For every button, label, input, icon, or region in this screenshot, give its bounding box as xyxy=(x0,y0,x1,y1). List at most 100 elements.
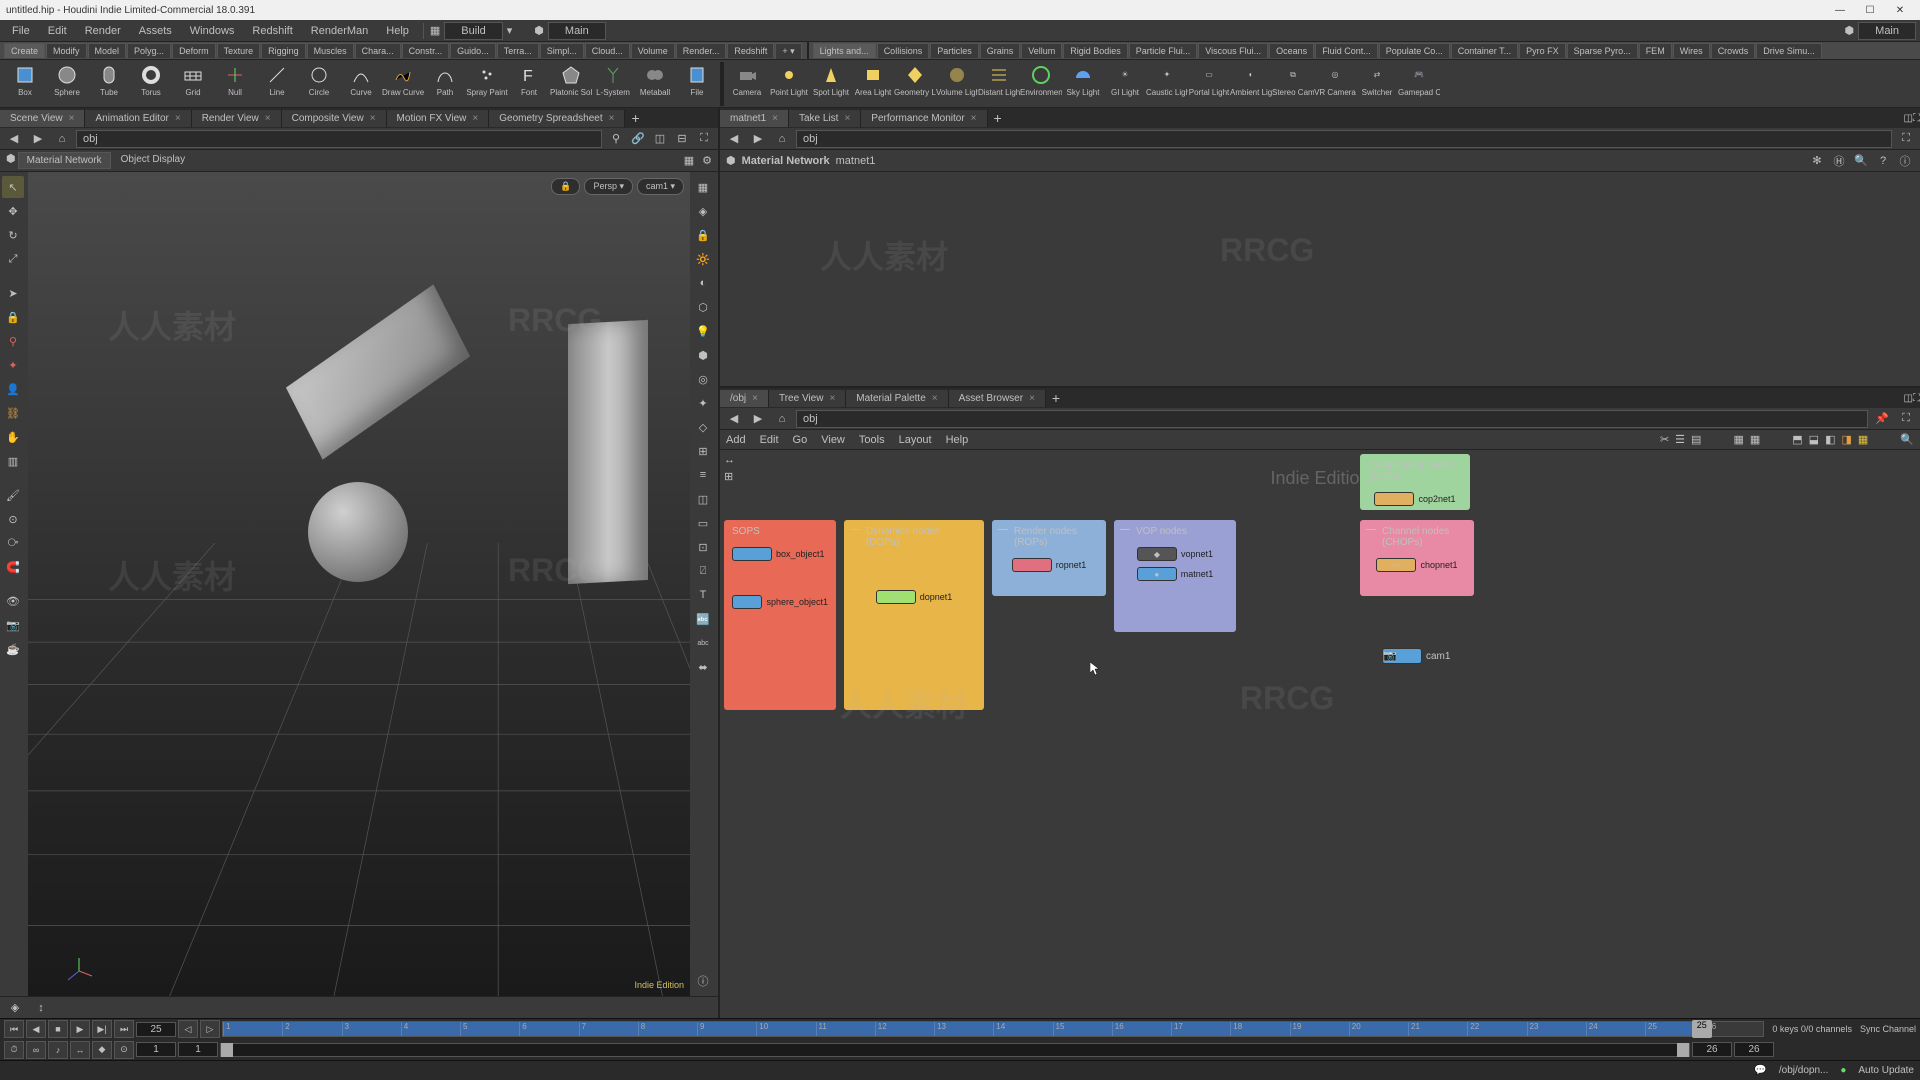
tab-compview[interactable]: Composite View× xyxy=(282,110,387,127)
tab-add-button[interactable]: + xyxy=(625,110,645,126)
node-matnet[interactable]: ●matnet1 xyxy=(1122,567,1228,581)
net-menu-view[interactable]: View xyxy=(821,434,845,446)
close-icon[interactable]: × xyxy=(69,113,75,124)
stop-button[interactable]: ■ xyxy=(48,1020,68,1038)
vp-display-icon[interactable]: ⚙ xyxy=(702,154,712,167)
tool-font[interactable]: FFont xyxy=(508,62,550,106)
bone-tool[interactable]: ⚲ xyxy=(2,330,24,352)
lock-tool[interactable]: 🔒 xyxy=(2,306,24,328)
menu-redshift[interactable]: Redshift xyxy=(244,23,300,39)
range-handle-left[interactable] xyxy=(221,1043,233,1057)
netbox-sops[interactable]: SOPS box_object1 sphere_object1 xyxy=(724,520,836,710)
tool-vrcam[interactable]: ◎VR Camera xyxy=(1314,62,1356,106)
net-tool-search-icon[interactable]: 🔍 xyxy=(1900,433,1914,446)
shelf-tab[interactable]: Populate Co... xyxy=(1379,43,1450,58)
tool-gilight[interactable]: ☀GI Light xyxy=(1104,62,1146,106)
shelf-tab[interactable]: Vellum xyxy=(1021,43,1062,58)
close-icon[interactable]: × xyxy=(175,113,181,124)
vp-bottom-icon-2[interactable]: ↕ xyxy=(30,997,52,1019)
pose-tool[interactable]: ✋ xyxy=(2,426,24,448)
shelf-tab[interactable]: Cloud... xyxy=(585,43,630,58)
split-h-icon[interactable]: ◫ xyxy=(650,130,670,148)
net-tool-list-icon[interactable]: ☰ xyxy=(1675,433,1685,446)
audio-button[interactable]: ♪ xyxy=(48,1041,68,1059)
nav-back-button[interactable]: ◀ xyxy=(724,130,744,148)
tab-animeditor[interactable]: Animation Editor× xyxy=(85,110,191,127)
shelf-tab[interactable]: Model xyxy=(88,43,127,58)
tool-null[interactable]: Null xyxy=(214,62,256,106)
display-opt-1[interactable]: ▦ xyxy=(692,176,714,198)
net-tool-flag5-icon[interactable]: ▦ xyxy=(1858,433,1868,446)
lock-pill[interactable]: 🔒 xyxy=(551,178,580,195)
search-icon[interactable]: 🔍 xyxy=(1852,152,1870,170)
close-icon[interactable]: × xyxy=(609,113,615,124)
close-icon[interactable]: × xyxy=(1029,393,1035,404)
tab-add-button[interactable]: + xyxy=(1046,390,1066,406)
node-vopnet[interactable]: ◆vopnet1 xyxy=(1122,547,1228,561)
tab-takelist[interactable]: Take List× xyxy=(789,110,861,127)
cam-pill[interactable]: cam1 ▾ xyxy=(637,178,684,195)
node-box-object[interactable]: box_object1 xyxy=(732,547,828,561)
tool-torus[interactable]: Torus xyxy=(130,62,172,106)
snap-tool[interactable]: ⧂ xyxy=(2,532,24,554)
display-opt-17[interactable]: ⍁ xyxy=(692,560,714,582)
nav-fwd-button[interactable]: ▶ xyxy=(748,130,768,148)
close-icon[interactable]: × xyxy=(844,113,850,124)
close-icon[interactable]: × xyxy=(829,393,835,404)
tool-drawcurve[interactable]: Draw Curve xyxy=(382,62,424,106)
tool-metaball[interactable]: Metaball xyxy=(634,62,676,106)
netbox-vops[interactable]: — VOP nodes ◆vopnet1 ●matnet1 xyxy=(1114,520,1236,632)
tool-gamepadcam[interactable]: 🎮Gamepad Camera xyxy=(1398,62,1440,106)
menu-edit[interactable]: Edit xyxy=(40,23,75,39)
magnet-tool[interactable]: 🧲 xyxy=(2,556,24,578)
sculpt-tool[interactable]: ⊙ xyxy=(2,508,24,530)
shelf-tab[interactable]: Fluid Cont... xyxy=(1315,43,1378,58)
menu-assets[interactable]: Assets xyxy=(131,23,180,39)
arrow-tool[interactable]: ➤ xyxy=(2,282,24,304)
shelf-tab[interactable]: Grains xyxy=(980,43,1021,58)
path-selector-right[interactable]: ⬢ Main xyxy=(1845,22,1916,40)
display-opt-19[interactable]: 🔤 xyxy=(692,608,714,630)
tool-tube[interactable]: Tube xyxy=(88,62,130,106)
persp-pill[interactable]: Persp ▾ xyxy=(584,178,633,195)
minimize-icon[interactable]: — xyxy=(850,524,860,535)
net-tool-flag3-icon[interactable]: ◧ xyxy=(1825,433,1835,446)
shelf-tab[interactable]: Redshift xyxy=(727,43,774,58)
update-mode[interactable]: Auto Update xyxy=(1858,1065,1914,1076)
net-menu-go[interactable]: Go xyxy=(793,434,808,446)
object-display-button[interactable]: Object Display xyxy=(113,152,193,169)
tab-obj[interactable]: /obj× xyxy=(720,390,769,407)
shelf-tab[interactable]: Rigid Bodies xyxy=(1063,43,1128,58)
shelf-tab[interactable]: Guido... xyxy=(450,43,496,58)
shelf-tab[interactable]: Modify xyxy=(46,43,87,58)
shelf-tab[interactable]: Crowds xyxy=(1711,43,1756,58)
muscle-tool[interactable]: ✦ xyxy=(2,354,24,376)
close-icon[interactable]: × xyxy=(772,113,778,124)
shelf-tab[interactable]: Create xyxy=(4,43,45,58)
window-close-button[interactable]: ✕ xyxy=(1886,1,1914,19)
home-icon[interactable]: ⌂ xyxy=(772,410,792,428)
net-tool-grid-icon[interactable]: ▦ xyxy=(1733,433,1743,446)
close-icon[interactable]: × xyxy=(971,113,977,124)
netbox-chops[interactable]: — Channel nodes (CHOPs) 〰chopnet1 xyxy=(1360,520,1474,596)
tool-box[interactable]: Box xyxy=(4,62,46,106)
close-icon[interactable]: × xyxy=(370,113,376,124)
display-opt-4[interactable]: 🔆 xyxy=(692,248,714,270)
display-opt-2[interactable]: ◈ xyxy=(692,200,714,222)
tool-grid[interactable]: Grid xyxy=(172,62,214,106)
node-cop2net[interactable]: cop2net1 xyxy=(1368,492,1462,506)
shelf-tab[interactable]: Collisions xyxy=(877,43,930,58)
nav-fwd-button[interactable]: ▶ xyxy=(748,410,768,428)
end-frame-input[interactable]: 26 xyxy=(1734,1042,1774,1057)
rotate-tool[interactable]: ↻ xyxy=(2,224,24,246)
tool-circle[interactable]: Circle xyxy=(298,62,340,106)
menu-windows[interactable]: Windows xyxy=(182,23,243,39)
traffic-light-icon[interactable]: ● xyxy=(1840,1065,1846,1076)
range-button[interactable]: ↔ xyxy=(70,1041,90,1059)
home-icon[interactable]: ⌂ xyxy=(52,130,72,148)
display-opt-7[interactable]: 💡 xyxy=(692,320,714,342)
render-tool[interactable]: ☕ xyxy=(2,638,24,660)
tab-assetbrowser[interactable]: Asset Browser× xyxy=(949,390,1046,407)
tool-envlight[interactable]: Environment Light xyxy=(1020,62,1062,106)
shelf-tab[interactable]: Lights and... xyxy=(813,43,876,58)
